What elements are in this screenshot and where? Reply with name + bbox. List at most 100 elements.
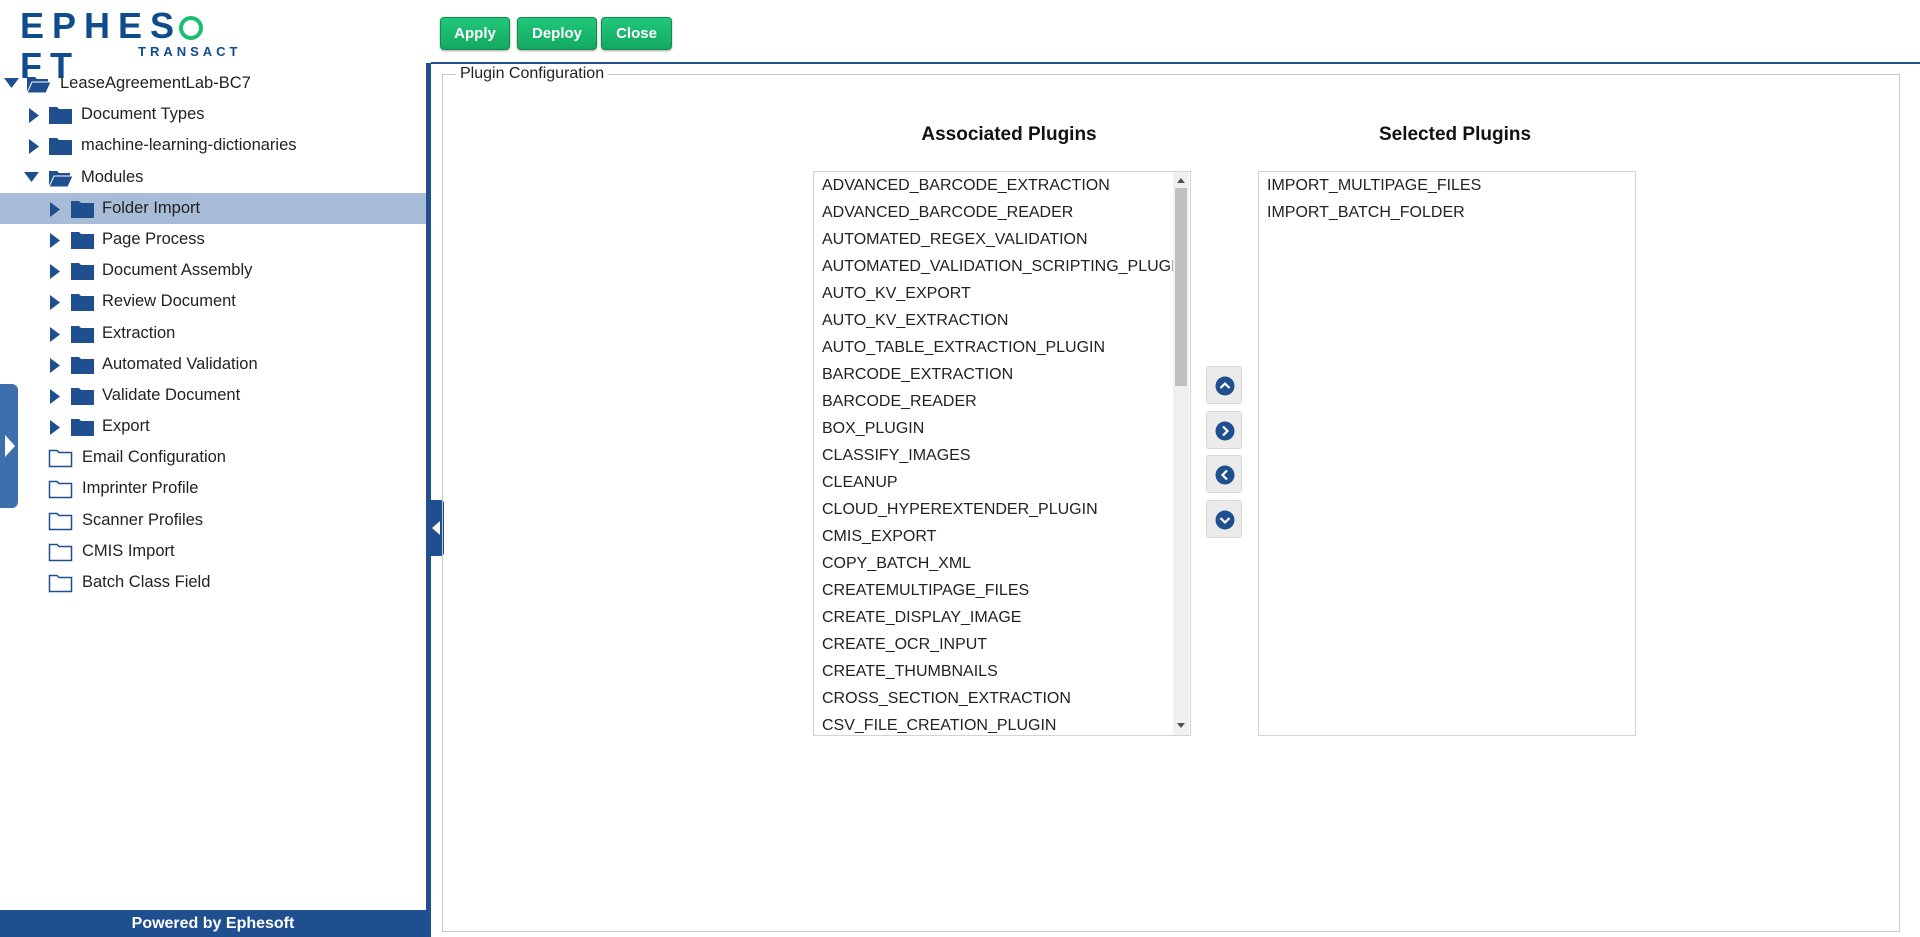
plugin-list-item[interactable]: AUTOMATED_REGEX_VALIDATION (814, 226, 1190, 253)
folder-icon (70, 261, 96, 281)
move-right-button[interactable] (1206, 411, 1242, 449)
tree-item-automated-validation[interactable]: Automated Validation (0, 349, 426, 380)
tree-item-label: Scanner Profiles (82, 510, 204, 529)
plugin-list-item[interactable]: CSV_FILE_CREATION_PLUGIN (814, 712, 1190, 735)
plugin-list-item[interactable]: CLASSIFY_IMAGES (814, 442, 1190, 469)
caret-right-icon (5, 435, 15, 457)
powered-by-footer: Powered by Ephesoft (0, 910, 426, 937)
collapsed-triangle-icon[interactable] (49, 349, 65, 380)
collapsed-triangle-icon[interactable] (49, 286, 65, 317)
tree-item-machine-learning-dictionaries[interactable]: machine-learning-dictionaries (0, 130, 426, 161)
plugin-list-item[interactable]: CREATE_DISPLAY_IMAGE (814, 604, 1190, 631)
collapsed-triangle-icon[interactable] (49, 193, 65, 224)
tree-item-label: Batch Class Field (82, 573, 211, 591)
plugin-list-item[interactable]: BOX_PLUGIN (814, 415, 1190, 442)
tree-root[interactable]: LeaseAgreementLab-BC7 (0, 68, 426, 99)
folder-open-icon (26, 74, 52, 94)
folder-outline-icon (48, 448, 74, 468)
plugin-list-item[interactable]: COPY_BATCH_XML (814, 550, 1190, 577)
selected-plugins-list[interactable]: IMPORT_MULTIPAGE_FILES IMPORT_BATCH_FOLDE… (1258, 171, 1636, 736)
expand-panel-tab[interactable] (0, 384, 18, 508)
tree-item-document-types[interactable]: Document Types (0, 99, 426, 130)
tree-item-export[interactable]: Export (0, 411, 426, 442)
folder-icon (48, 136, 74, 156)
scroll-up-arrow-icon[interactable] (1177, 178, 1185, 183)
apply-button[interactable]: Apply (440, 17, 510, 50)
close-button[interactable]: Close (601, 17, 672, 50)
collapsed-triangle-icon[interactable] (49, 380, 65, 411)
expanded-triangle-icon[interactable] (4, 68, 20, 99)
plugin-list-item[interactable]: CMIS_EXPORT (814, 523, 1190, 550)
plugin-list-item[interactable]: AUTOMATED_VALIDATION_SCRIPTING_PLUGIN (814, 253, 1190, 280)
plugin-list-item[interactable]: BARCODE_READER (814, 388, 1190, 415)
tree-item-document-assembly[interactable]: Document Assembly (0, 255, 426, 286)
folder-outline-icon (48, 542, 74, 562)
folder-icon (70, 230, 96, 250)
batch-class-tree: LeaseAgreementLab-BC7 Document Types mac… (0, 68, 426, 598)
folder-icon (70, 386, 96, 406)
chevron-up-icon (1215, 376, 1235, 396)
move-left-button[interactable] (1206, 455, 1242, 493)
plugin-list-item[interactable]: CREATE_THUMBNAILS (814, 658, 1190, 685)
chevron-right-icon (1215, 421, 1235, 441)
plugin-list-item[interactable]: AUTO_KV_EXTRACTION (814, 307, 1190, 334)
tree-item-cmis-import[interactable]: CMIS Import (0, 536, 426, 567)
collapsed-triangle-icon[interactable] (28, 99, 44, 130)
folder-icon (70, 292, 96, 312)
plugin-list-item[interactable]: CLOUD_HYPEREXTENDER_PLUGIN (814, 496, 1190, 523)
tree-item-label: Folder Import (102, 198, 201, 217)
plugin-list-item[interactable]: CREATE_OCR_INPUT (814, 631, 1190, 658)
scroll-down-arrow-icon[interactable] (1177, 723, 1185, 728)
folder-icon (70, 355, 96, 375)
plugin-list-item[interactable]: ADVANCED_BARCODE_EXTRACTION (814, 172, 1190, 199)
tree-item-label: Export (102, 417, 150, 436)
tree-item-label: Extraction (102, 323, 176, 342)
tree-item-batch-class-field[interactable]: Batch Class Field (0, 567, 426, 598)
scroll-thumb[interactable] (1175, 188, 1187, 386)
tree-item-extraction[interactable]: Extraction (0, 318, 426, 349)
expanded-triangle-icon[interactable] (24, 162, 40, 193)
plugin-list-item[interactable]: ADVANCED_BARCODE_READER (814, 199, 1190, 226)
collapsed-triangle-icon[interactable] (49, 255, 65, 286)
selected-plugins-title: Selected Plugins (1378, 124, 1532, 145)
tree-item-label: Modules (81, 167, 144, 186)
caret-left-icon (432, 521, 440, 535)
tree-item-label: Review Document (102, 292, 236, 311)
associated-list-scrollbar[interactable] (1173, 172, 1189, 735)
move-down-button[interactable] (1206, 500, 1242, 538)
move-up-button[interactable] (1206, 366, 1242, 404)
collapsed-triangle-icon[interactable] (49, 411, 65, 442)
plugin-list-item[interactable]: AUTO_TABLE_EXTRACTION_PLUGIN (814, 334, 1190, 361)
folder-icon (70, 199, 96, 219)
plugin-list-item[interactable]: AUTO_KV_EXPORT (814, 280, 1190, 307)
tree-item-modules[interactable]: Modules (0, 162, 426, 193)
folder-outline-icon (48, 511, 74, 531)
collapsed-triangle-icon[interactable] (49, 318, 65, 349)
tree-item-page-process[interactable]: Page Process (0, 224, 426, 255)
plugin-configuration-legend: Plugin Configuration (456, 64, 609, 84)
associated-plugins-title: Associated Plugins (921, 124, 1097, 145)
collapsed-triangle-icon[interactable] (49, 224, 65, 255)
deploy-button[interactable]: Deploy (517, 17, 597, 50)
tree-item-label: Document Types (81, 105, 205, 124)
plugin-list-item[interactable]: BARCODE_EXTRACTION (814, 361, 1190, 388)
associated-plugins-list[interactable]: ADVANCED_BARCODE_EXTRACTION ADVANCED_BARC… (813, 171, 1191, 736)
tree-item-folder-import[interactable]: Folder Import (0, 192, 426, 224)
left-panel: EPHES FT TRANSACT LeaseAgreementLab-BC7 … (0, 0, 426, 937)
tree-item-scanner-profiles[interactable]: Scanner Profiles (0, 505, 426, 536)
tree-item-email-configuration[interactable]: Email Configuration (0, 442, 426, 473)
logo-subtitle: TRANSACT (138, 44, 242, 59)
plugin-list-item[interactable]: CLEANUP (814, 469, 1190, 496)
plugin-list-item[interactable]: CREATEMULTIPAGE_FILES (814, 577, 1190, 604)
tree-item-imprinter-profile[interactable]: Imprinter Profile (0, 473, 426, 504)
tree-item-label: Document Assembly (102, 261, 253, 280)
plugin-list-item[interactable]: CROSS_SECTION_EXTRACTION (814, 685, 1190, 712)
collapsed-triangle-icon[interactable] (28, 130, 44, 161)
plugin-list-item[interactable]: IMPORT_MULTIPAGE_FILES (1259, 172, 1635, 199)
folder-icon (70, 324, 96, 344)
tree-item-review-document[interactable]: Review Document (0, 286, 426, 317)
tree-item-validate-document[interactable]: Validate Document (0, 380, 426, 411)
tree-item-label: machine-learning-dictionaries (81, 136, 297, 155)
plugin-list-item[interactable]: IMPORT_BATCH_FOLDER (1259, 199, 1635, 226)
logo-o-icon (179, 16, 203, 40)
